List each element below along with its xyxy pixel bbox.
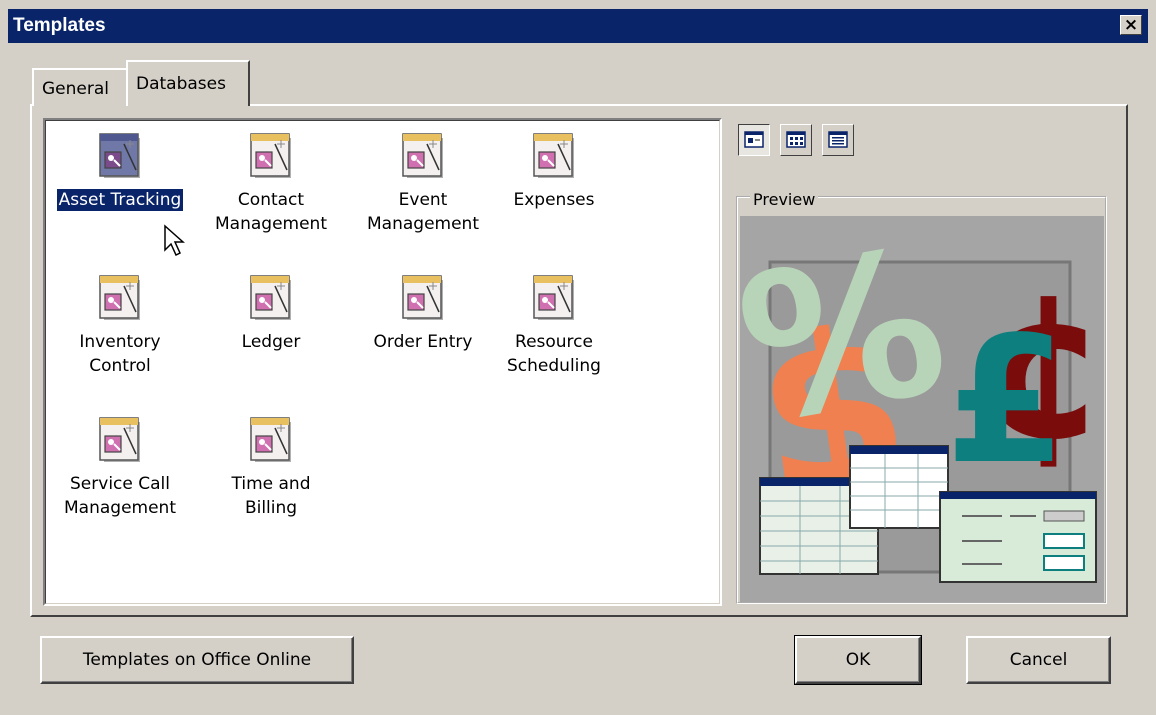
database-template-icon [399, 130, 447, 182]
title-bar[interactable]: Templates × [8, 9, 1148, 43]
template-label: Time and Billing [231, 474, 311, 518]
database-template-icon [96, 272, 144, 324]
database-template-icon [247, 414, 295, 466]
list-icon [786, 131, 806, 148]
database-template-icon [247, 130, 295, 182]
close-icon: × [1123, 15, 1139, 35]
database-template-icon [399, 272, 447, 324]
preview-label: Preview [750, 190, 819, 209]
preview-image: $ % ¢ £ [740, 216, 1104, 602]
database-template-icon [96, 414, 144, 466]
database-template-icon [96, 130, 144, 182]
tab-databases-label: Databases [136, 74, 226, 94]
database-template-icon [530, 272, 578, 324]
database-template-icon [247, 272, 295, 324]
templates-dialog: Templates × General Databases Asset Trac… [0, 0, 1156, 715]
template-label: Event Management [367, 190, 479, 234]
mouse-pointer-icon [164, 224, 185, 257]
tab-databases[interactable]: Databases [126, 60, 250, 106]
template-label: Service Call Management [64, 474, 176, 518]
finance-illustration: $ % ¢ £ [740, 216, 1104, 602]
tab-general[interactable]: General [32, 68, 128, 106]
template-label: Resource Scheduling [507, 332, 601, 376]
template-label: Contact Management [215, 190, 327, 234]
large-icons-icon [744, 131, 764, 148]
database-template-icon [530, 130, 578, 182]
template-label: Ledger [241, 332, 301, 352]
template-label: Order Entry [373, 332, 473, 352]
cancel-button[interactable]: Cancel [966, 636, 1111, 684]
window-title: Templates [13, 15, 106, 36]
close-button[interactable]: × [1120, 15, 1142, 35]
details-icon [828, 131, 848, 148]
svg-text:£: £ [945, 300, 1067, 503]
template-label: Inventory Control [79, 332, 161, 376]
large-icons-view-button[interactable] [738, 124, 770, 156]
templates-online-button[interactable]: Templates on Office Online [40, 636, 354, 684]
template-label: Asset Tracking [56, 189, 184, 211]
ok-button[interactable]: OK [794, 635, 922, 685]
svg-text:%: % [740, 216, 961, 469]
details-view-button[interactable] [822, 124, 854, 156]
template-label: Expenses [513, 190, 595, 210]
list-view-button[interactable] [780, 124, 812, 156]
tab-general-label: General [42, 79, 109, 99]
